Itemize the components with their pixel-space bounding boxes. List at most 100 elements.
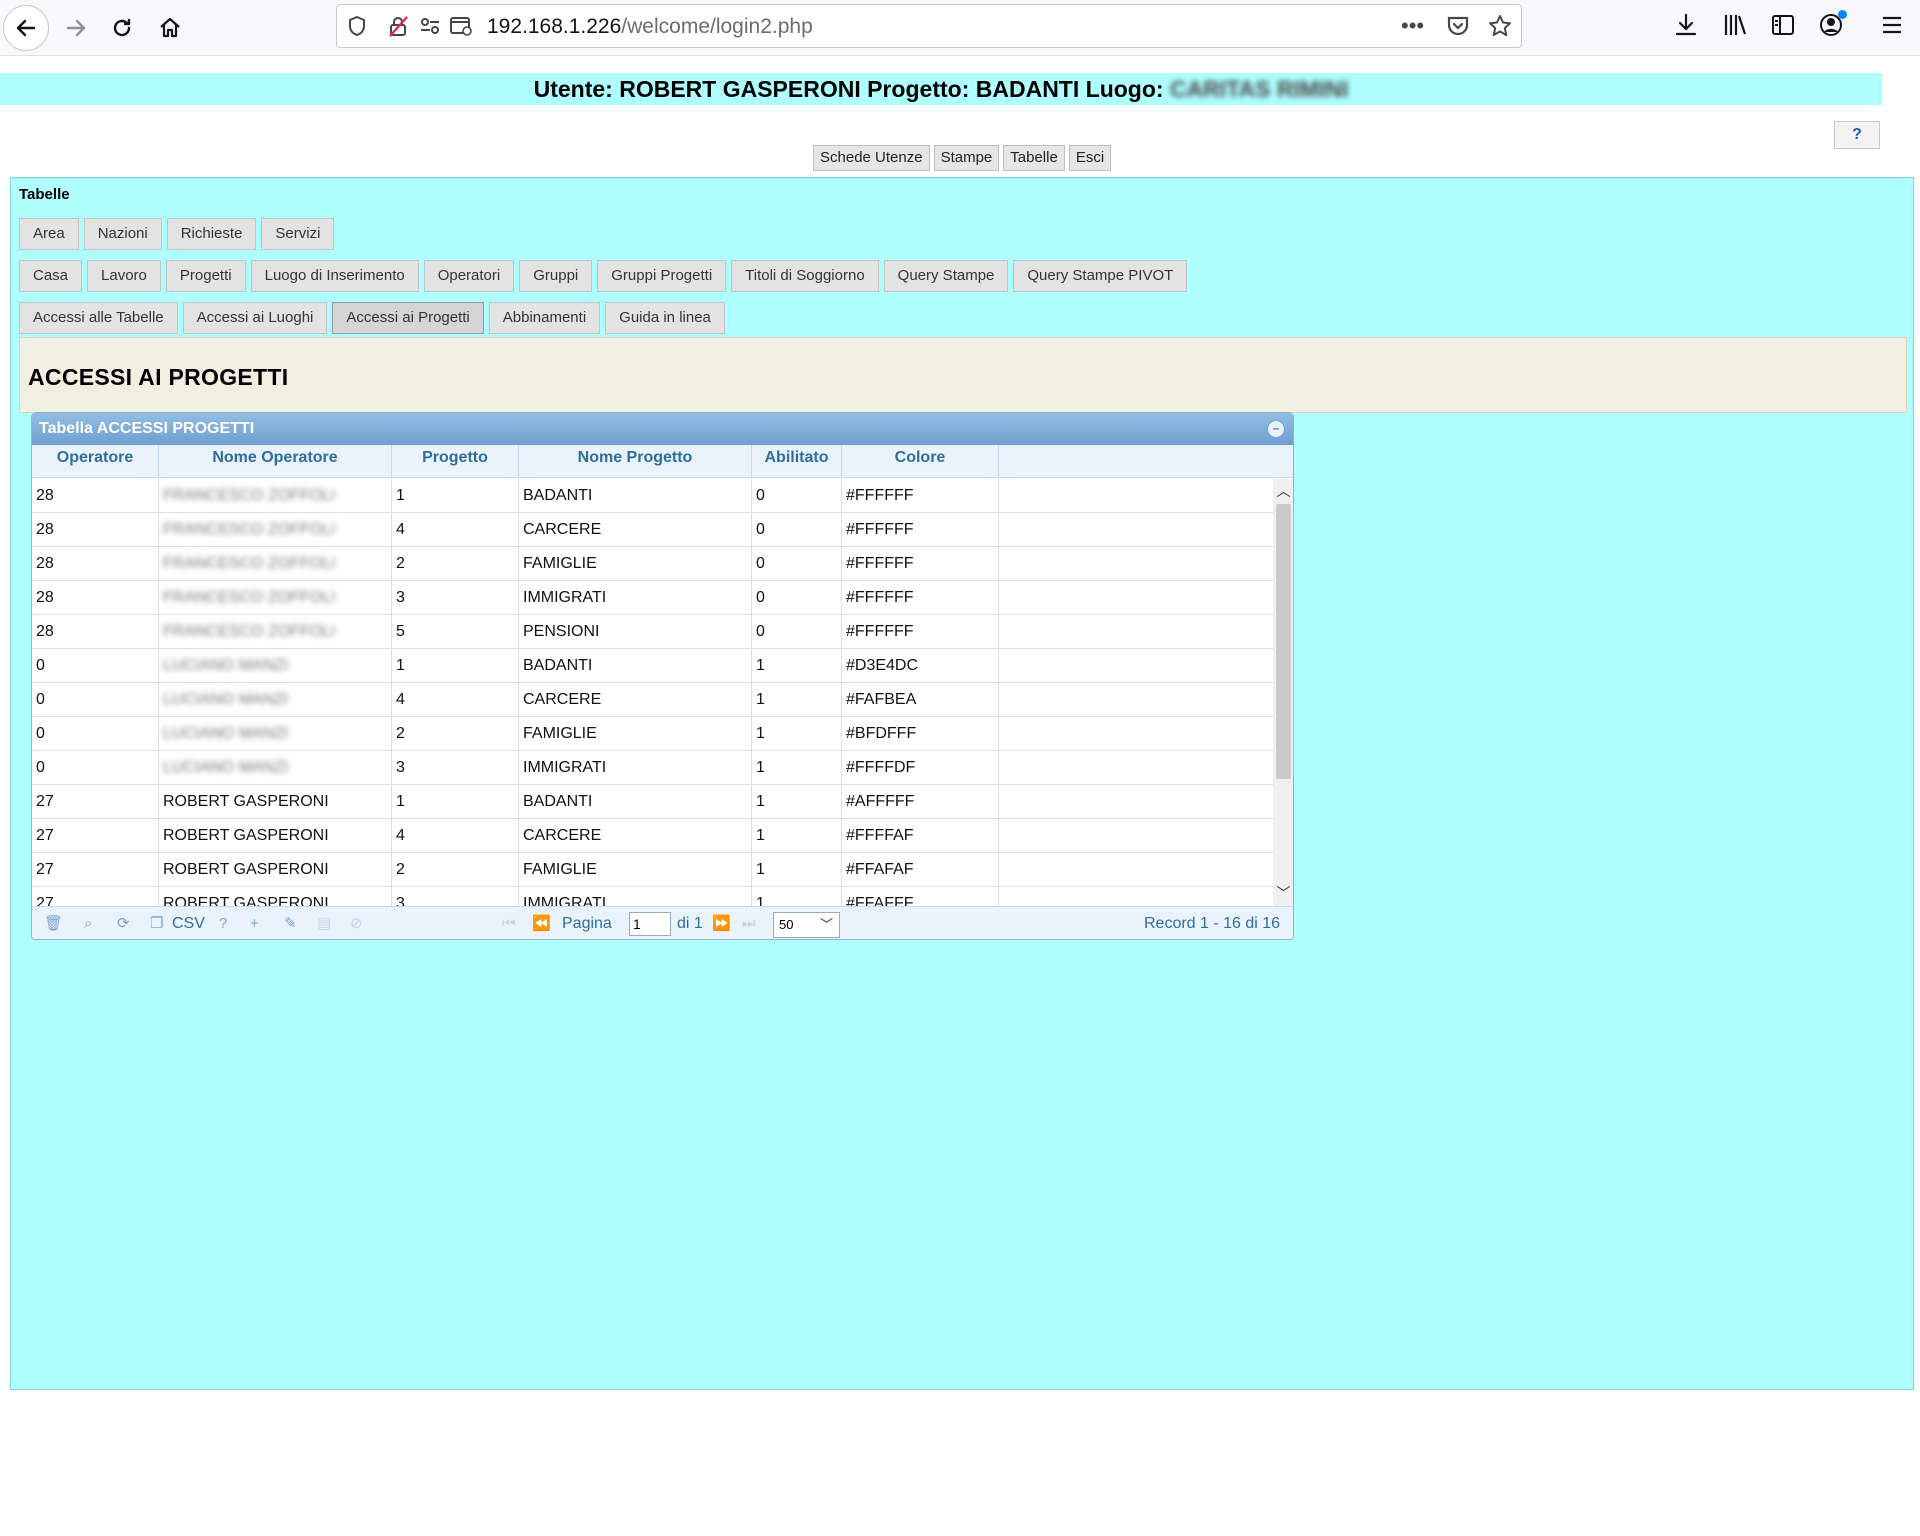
tab-query-stampe[interactable]: Query Stampe xyxy=(883,260,1009,292)
cell-progetto: 2 xyxy=(392,853,519,886)
tab-guida-in-linea[interactable]: Guida in linea xyxy=(605,302,725,334)
table-row[interactable]: 0 LUCIANO MANZI 4 CARCERE 1 #FAFBEA xyxy=(32,683,1273,717)
table-row[interactable]: 27 ROBERT GASPERONI 2 FAMIGLIE 1 #FFAFAF xyxy=(32,853,1273,887)
blurred-operator-name: LUCIANO MANZI xyxy=(163,691,289,708)
columns-icon[interactable]: ❐ xyxy=(150,915,163,933)
help-button[interactable]: ? xyxy=(1834,121,1880,149)
menu-stampe-button[interactable]: Stampe xyxy=(933,145,1000,171)
tab-query-stampe-pivot[interactable]: Query Stampe PIVOT xyxy=(1013,260,1188,292)
blurred-operator-name: FRANCESCO ZOFFOLI xyxy=(163,521,336,538)
tab-accessi-ai-progetti[interactable]: Accessi ai Progetti xyxy=(332,302,484,334)
permissions-icon[interactable] xyxy=(419,15,441,42)
more-actions-icon[interactable]: ••• xyxy=(1401,13,1424,39)
library-icon[interactable] xyxy=(1722,12,1748,45)
table-row[interactable]: 0 LUCIANO MANZI 1 BADANTI 1 #D3E4DC xyxy=(32,649,1273,683)
tab-casa[interactable]: Casa xyxy=(19,260,83,292)
tab-accessi-ai-luoghi[interactable]: Accessi ai Luoghi xyxy=(182,302,328,334)
table-row[interactable]: 27 ROBERT GASPERONI 4 CARCERE 1 #FFFFAF xyxy=(32,819,1273,853)
tab-gruppi-progetti[interactable]: Gruppi Progetti xyxy=(597,260,727,292)
tab-progetti[interactable]: Progetti xyxy=(165,260,246,292)
blurred-operator-name: FRANCESCO ZOFFOLI xyxy=(163,555,336,572)
tabs-row-1: Area Nazioni Richieste Servizi xyxy=(19,218,335,250)
url-text[interactable]: 192.168.1.226/welcome/login2.php xyxy=(487,15,813,39)
csv-export-button[interactable]: CSV xyxy=(172,915,205,933)
sidebar-icon[interactable] xyxy=(1770,12,1796,45)
cell-colore: #AFFFFF xyxy=(842,785,999,818)
cell-operatore: 0 xyxy=(32,717,159,750)
add-icon[interactable]: + xyxy=(250,915,259,933)
scroll-up-icon[interactable]: ︿ xyxy=(1273,481,1293,501)
table-row[interactable]: 28 FRANCESCO ZOFFOLI 2 FAMIGLIE 0 #FFFFFF xyxy=(32,547,1273,581)
rows-per-page-select[interactable]: 50 ﹀ xyxy=(773,912,840,938)
cell-progetto: 1 xyxy=(392,785,519,818)
menu-icon[interactable] xyxy=(1880,12,1904,45)
cell-progetto: 3 xyxy=(392,581,519,614)
table-row[interactable]: 0 LUCIANO MANZI 3 IMMIGRATI 1 #FFFFDF xyxy=(32,751,1273,785)
tab-abbinamenti[interactable]: Abbinamenti xyxy=(488,302,601,334)
reload-button[interactable] xyxy=(100,6,144,50)
cell-nome-operatore: LUCIANO MANZI xyxy=(159,751,392,784)
table-row[interactable]: 27 ROBERT GASPERONI 3 IMMIGRATI 1 #FFAFFF xyxy=(32,887,1273,906)
cell-nome-progetto: BADANTI xyxy=(519,649,752,682)
insecure-lock-icon[interactable] xyxy=(387,15,409,42)
edit-icon[interactable]: ✎ xyxy=(284,915,297,933)
tab-servizi[interactable]: Servizi xyxy=(261,218,335,250)
section-title: ACCESSI AI PROGETTI xyxy=(28,364,289,390)
home-button[interactable] xyxy=(148,6,192,50)
tab-titoli-di-soggiorno[interactable]: Titoli di Soggiorno xyxy=(731,260,879,292)
page-label: Pagina xyxy=(562,915,612,932)
pocket-icon[interactable] xyxy=(1445,13,1471,45)
table-row[interactable]: 0 LUCIANO MANZI 2 FAMIGLIE 1 #BFDFFF xyxy=(32,717,1273,751)
back-button[interactable] xyxy=(3,5,49,51)
tab-accessi-alle-tabelle[interactable]: Accessi alle Tabelle xyxy=(19,302,178,334)
tab-lavoro[interactable]: Lavoro xyxy=(87,260,161,292)
save-icon[interactable]: ▤ xyxy=(317,915,331,933)
column-header-nome-progetto[interactable]: Nome Progetto xyxy=(519,445,752,478)
tab-richieste[interactable]: Richieste xyxy=(166,218,257,250)
cell-operatore: 0 xyxy=(32,751,159,784)
scroll-thumb[interactable] xyxy=(1276,504,1291,779)
last-page-icon[interactable]: ⏭ xyxy=(742,915,756,933)
scroll-down-icon[interactable]: ﹀ xyxy=(1273,883,1293,903)
panel-title: Tabelle xyxy=(19,186,70,203)
downloads-icon[interactable] xyxy=(1674,12,1698,45)
cancel-icon[interactable]: ⊘ xyxy=(350,915,363,933)
tab-operatori[interactable]: Operatori xyxy=(423,260,515,292)
shield-icon[interactable] xyxy=(347,15,367,42)
bookmark-star-icon[interactable] xyxy=(1487,13,1513,45)
grid-scrollbar[interactable]: ︿ ﹀ xyxy=(1273,479,1293,906)
table-row[interactable]: 28 FRANCESCO ZOFFOLI 4 CARCERE 0 #FFFFFF xyxy=(32,513,1273,547)
grid-body: 28 FRANCESCO ZOFFOLI 1 BADANTI 0 #FFFFFF 28 FRA… xyxy=(32,479,1273,906)
next-page-icon[interactable]: ⏩ xyxy=(712,915,731,933)
table-row[interactable]: 28 FRANCESCO ZOFFOLI 3 IMMIGRATI 0 #FFFFFF xyxy=(32,581,1273,615)
help-icon[interactable]: ? xyxy=(219,915,227,933)
tab-luogo-di-inserimento[interactable]: Luogo di Inserimento xyxy=(250,260,419,292)
collapse-icon[interactable]: – xyxy=(1267,420,1285,438)
first-page-icon[interactable]: ⏮ xyxy=(502,915,516,933)
column-header-nome-operatore[interactable]: Nome Operatore xyxy=(159,445,392,478)
table-row[interactable]: 27 ROBERT GASPERONI 1 BADANTI 1 #AFFFFF xyxy=(32,785,1273,819)
prev-page-icon[interactable]: ⏪ xyxy=(532,915,551,933)
column-header-progetto[interactable]: Progetto xyxy=(392,445,519,478)
refresh-icon[interactable]: ⟳ xyxy=(117,915,130,933)
tab-area[interactable]: Area xyxy=(19,218,79,250)
cell-nome-progetto: FAMIGLIE xyxy=(519,547,752,580)
forward-button[interactable] xyxy=(54,6,98,50)
column-header-colore[interactable]: Colore xyxy=(842,445,999,478)
page-info-icon[interactable] xyxy=(449,15,473,42)
menu-tabelle-button[interactable]: Tabelle xyxy=(1003,145,1065,171)
cell-colore: #D3E4DC xyxy=(842,649,999,682)
table-row[interactable]: 28 FRANCESCO ZOFFOLI 1 BADANTI 0 #FFFFFF xyxy=(32,479,1273,513)
column-header-abilitato[interactable]: Abilitato xyxy=(752,445,842,478)
search-icon[interactable]: ⌕ xyxy=(84,915,92,933)
table-row[interactable]: 28 FRANCESCO ZOFFOLI 5 PENSIONI 0 #FFFFFF xyxy=(32,615,1273,649)
column-header-operatore[interactable]: Operatore xyxy=(32,445,159,478)
delete-icon[interactable]: 🗑 xyxy=(44,915,63,933)
url-bar[interactable]: 192.168.1.226/welcome/login2.php ••• xyxy=(336,4,1522,48)
menu-esci-button[interactable]: Esci xyxy=(1068,145,1112,171)
tab-gruppi[interactable]: Gruppi xyxy=(519,260,593,292)
page-number-input[interactable]: 1 xyxy=(629,912,671,936)
tab-nazioni[interactable]: Nazioni xyxy=(83,218,162,250)
cell-colore: #FFFFAF xyxy=(842,819,999,852)
menu-schede-utenze-button[interactable]: Schede Utenze xyxy=(813,145,930,171)
